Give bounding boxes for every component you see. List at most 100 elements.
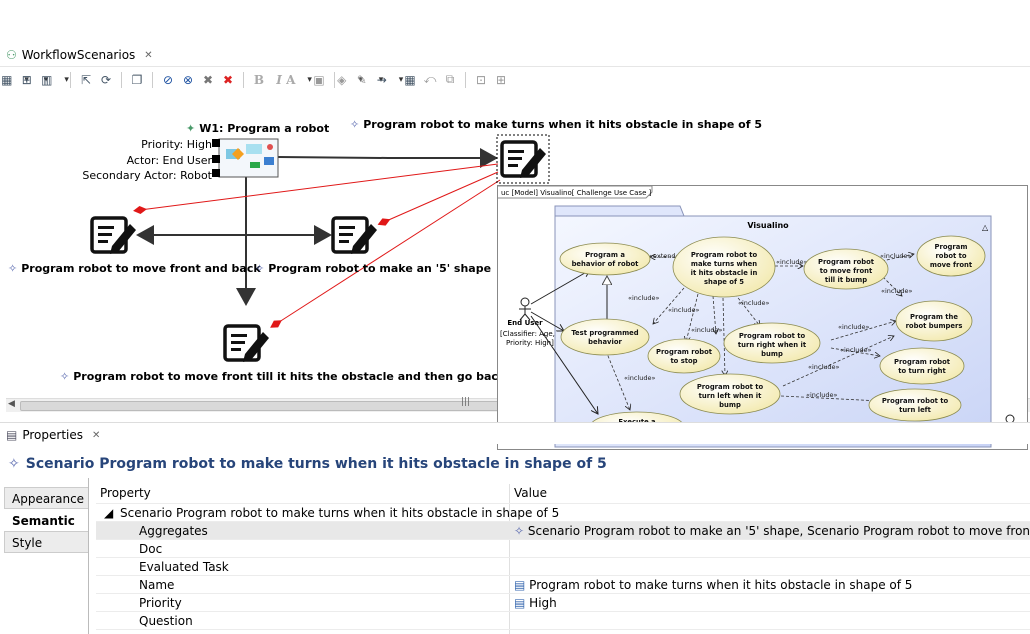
svg-text:Program robot to: Program robot to [691, 251, 758, 259]
group-label: Scenario Program robot to make turns whe… [120, 506, 560, 520]
svg-text:bump: bump [761, 350, 783, 358]
svg-text:robot to: robot to [935, 252, 966, 260]
fill-color-icon[interactable]: ◈ [337, 73, 357, 87]
scenario-shape5-label[interactable]: ✧ Program robot to make an '5' shape [255, 262, 491, 275]
font-color-button[interactable]: A [286, 73, 306, 87]
hide-icon[interactable]: ⊘ [161, 73, 175, 87]
scenario-w1-label[interactable]: ✦ W1: Program a robot [186, 122, 329, 135]
svg-text:robot bumpers: robot bumpers [906, 322, 963, 330]
scroll-left-icon[interactable]: ◀ [8, 399, 15, 409]
copy-appearance-icon[interactable]: ⧉ [443, 72, 457, 87]
hide-label-icon[interactable]: ⊗ [181, 73, 195, 87]
diagram-toolbar: ▦ ⊞ ▥ ⇱ ⟳ ❐ ⊘ ⊗ ✖ ✖ B I A ▣ ◈ ✎ → ▦ ⤺ ⧉ … [0, 66, 1030, 92]
table-row[interactable]: Evaluated Task [96, 558, 1030, 576]
section-semantic[interactable]: Semantic [4, 509, 88, 531]
refresh-icon[interactable]: ⟳ [99, 73, 113, 87]
editor-tab-title: WorkflowScenarios [21, 48, 136, 62]
rel-include: «include» [806, 391, 838, 399]
font-size-icon[interactable]: ▣ [312, 73, 326, 87]
property-name: Aggregates [139, 524, 208, 538]
section-style[interactable]: Style [4, 531, 88, 553]
divider [88, 478, 89, 634]
actor-end-user-note: [Classifier: Age, [500, 330, 555, 338]
properties-tab-bar: ▤ Properties ✕ [0, 422, 1030, 444]
rel-include: «include» [838, 323, 870, 331]
usecase-diagram-preview: uc [Model] Visualino[ Challenge Use Case… [497, 185, 1028, 450]
property-name: Question [139, 614, 193, 628]
align-icon[interactable]: ▥ [41, 73, 62, 87]
toolbar-separator [243, 71, 244, 88]
rel-include: «include» [840, 346, 872, 354]
properties-tab-title: Properties [22, 428, 83, 442]
italic-button[interactable]: I [272, 73, 286, 87]
scenario-till-obstacle-label[interactable]: ✧ Program robot to move front till it hit… [60, 370, 505, 383]
delete-icon[interactable]: ✖ [201, 73, 215, 87]
section-appearance[interactable]: Appearance [4, 487, 88, 509]
column-header-property[interactable]: Property [100, 486, 151, 500]
table-row[interactable]: Aggregates ✧ Scenario Program robot to m… [96, 522, 1030, 540]
properties-tab[interactable]: ▤ Properties ✕ [6, 426, 100, 444]
copy-format-icon[interactable]: ❐ [130, 73, 144, 87]
table-row[interactable]: Name ▤ Program robot to make turns when … [96, 576, 1030, 594]
svg-text:turn left: turn left [899, 406, 932, 414]
scenario-icon: ✧ [8, 456, 20, 472]
table-row[interactable]: Priority ▤ High [96, 594, 1030, 612]
text-field-icon: ▤ [514, 596, 526, 610]
priority-attr: Priority: High [141, 138, 212, 151]
property-value[interactable]: ▤ Program robot to make turns when it hi… [514, 578, 912, 592]
svg-text:it hits obstacle in: it hits obstacle in [691, 269, 758, 277]
scenario-icon: ✧ [8, 262, 18, 275]
column-header-value[interactable]: Value [514, 486, 547, 500]
close-icon[interactable]: ✕ [92, 430, 100, 441]
scenario-node-shape5[interactable] [330, 214, 380, 256]
expand-icon[interactable]: ◢ [104, 506, 113, 520]
grid-icon[interactable]: ▦ [403, 73, 417, 87]
svg-text:move front: move front [930, 261, 973, 269]
property-value[interactable]: ✧ Scenario Program robot to make an '5' … [514, 524, 1030, 538]
property-value[interactable]: ▤ High [514, 596, 557, 610]
export-icon[interactable]: ⇱ [79, 73, 93, 87]
actor-end-user-note2: Priority: High] [506, 339, 554, 347]
scrollbar-thumb[interactable] [20, 401, 500, 411]
line-color-icon[interactable]: ✎ [357, 73, 377, 87]
svg-text:Program robot: Program robot [818, 258, 875, 266]
svg-text:bump: bump [719, 401, 741, 409]
aggregation-link[interactable] [270, 179, 501, 328]
properties-icon: ▤ [6, 428, 18, 442]
editor-tab[interactable]: ⚇ WorkflowScenarios ✕ [6, 46, 153, 64]
scenario-icon: ✧ [514, 524, 525, 538]
router-icon[interactable]: ⤺ [423, 72, 437, 87]
delete-from-model-icon[interactable]: ✖ [221, 73, 235, 87]
property-name: Name [139, 578, 175, 592]
toolbar-separator [334, 71, 335, 88]
zoom-fit-icon[interactable]: ⊞ [494, 73, 508, 87]
layout-icon[interactable]: ▦ [1, 73, 22, 87]
scenario-front-back-label[interactable]: ✧ Program robot to move front and back [8, 262, 261, 275]
table-row[interactable]: Question [96, 612, 1030, 630]
close-icon[interactable]: ✕ [144, 50, 152, 61]
secondary-actor-attr: Secondary Actor: Robot [82, 169, 212, 182]
bold-button[interactable]: B [252, 73, 266, 87]
svg-text:to turn right: to turn right [898, 367, 946, 375]
actor-attr: Actor: End User [126, 154, 212, 167]
collapse-icon[interactable]: △ [982, 223, 989, 232]
svg-text:Program robot to: Program robot to [739, 332, 806, 340]
snap-icon[interactable]: ⊡ [474, 73, 488, 87]
properties-table: Property Value ◢ Scenario Program robot … [96, 484, 1030, 630]
arrange-icon[interactable]: ⊞ [22, 73, 42, 87]
scenario-w1-thumbnail[interactable] [212, 138, 279, 178]
scenario-node-front-back[interactable] [89, 214, 139, 256]
aggregation-link[interactable] [377, 171, 499, 226]
scenario-node-till-obstacle[interactable] [222, 322, 272, 364]
line-style-icon[interactable]: → [377, 73, 397, 87]
properties-sections: Appearance Semantic Style [4, 487, 88, 553]
table-row[interactable]: Doc [96, 540, 1030, 558]
scenario-turns-label[interactable]: ✧ Program robot to make turns when it hit… [350, 118, 762, 131]
scenario-icon: ✧ [60, 370, 70, 383]
table-group-row[interactable]: ◢ Scenario Program robot to make turns w… [96, 504, 1030, 522]
property-name: Doc [139, 542, 163, 556]
scenario-icon: ✧ [255, 262, 265, 275]
flow-connector[interactable] [277, 148, 498, 168]
scenario-node-turns[interactable] [500, 138, 548, 180]
svg-text:Program robot: Program robot [656, 348, 713, 356]
